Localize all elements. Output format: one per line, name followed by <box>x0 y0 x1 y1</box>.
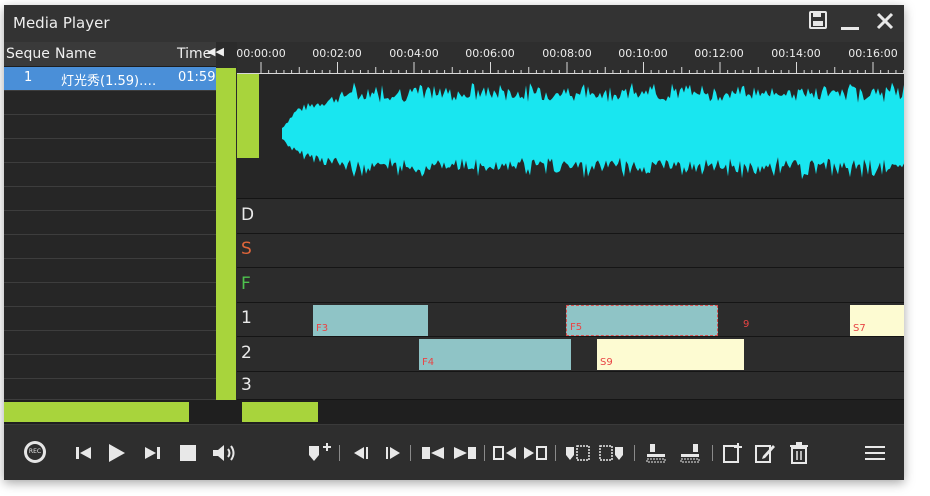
vertical-scrollbar[interactable] <box>216 68 236 400</box>
next-icon[interactable] <box>141 441 163 465</box>
control-bar: REC <box>4 424 904 480</box>
separator <box>410 445 411 461</box>
playlist-empty-row <box>4 355 216 379</box>
clip-f5[interactable]: F5 <box>566 305 718 336</box>
track-3[interactable]: 3 <box>237 372 904 400</box>
volume-icon[interactable] <box>211 441 239 465</box>
clip-f4[interactable]: F4 <box>419 339 571 370</box>
track-s[interactable]: S <box>237 234 904 268</box>
playlist-row[interactable]: 1 灯光秀(1.59).… 01:59 <box>4 67 216 91</box>
clip-label: F5 <box>570 322 583 333</box>
minimize-button[interactable] <box>841 9 859 35</box>
separator <box>339 445 340 461</box>
previous-icon[interactable] <box>73 441 95 465</box>
jump-start-icon[interactable] <box>420 441 446 465</box>
row-name: 灯光秀(1.59).… <box>61 74 157 89</box>
clip-f3[interactable]: F3 <box>313 305 428 336</box>
track-2[interactable]: 2 F4 S9 <box>237 337 904 372</box>
export-clip-icon[interactable] <box>598 441 626 465</box>
record-label: REC <box>27 444 43 460</box>
column-seq[interactable]: Seque <box>6 46 50 62</box>
clip-label-9[interactable]: 9 <box>740 319 749 330</box>
row-time: 01:59 <box>178 70 216 85</box>
column-name[interactable]: Name <box>55 46 96 62</box>
horizontal-scrollbars <box>4 400 904 424</box>
track-label-2: 2 <box>241 343 252 363</box>
collapse-icon[interactable]: ◀◀ <box>207 45 224 58</box>
playlist-empty-row <box>4 91 216 115</box>
clip-label: F3 <box>316 323 329 334</box>
playlist-empty-row <box>4 139 216 163</box>
save-icon[interactable] <box>809 11 827 33</box>
audio-waveform <box>282 82 904 180</box>
playlist-empty-row <box>4 307 216 331</box>
title-bar: Media Player <box>4 5 904 42</box>
menu-icon[interactable] <box>864 441 886 465</box>
ruler-ticks <box>237 62 904 74</box>
step-forward-icon[interactable] <box>382 441 404 465</box>
playlist-panel: Seque Name Time ◀◀ 1 灯光秀(1.59).… 01:59 <box>4 42 224 400</box>
playlist-header: Seque Name Time ◀◀ <box>4 42 224 67</box>
track-label-d: D <box>241 205 255 225</box>
track-label-3: 3 <box>241 375 252 395</box>
clip-s9[interactable]: S9 <box>597 339 744 370</box>
track-1[interactable]: 1 F3 F5 9 S7 <box>237 303 904 337</box>
playlist-empty-row <box>4 283 216 307</box>
time-ruler[interactable]: 00:00:00 00:02:00 00:04:00 00:06:00 00:0… <box>236 42 904 74</box>
stop-icon[interactable] <box>177 441 199 465</box>
delete-icon[interactable] <box>788 441 810 465</box>
mark-out-icon[interactable] <box>522 441 548 465</box>
jump-end-icon[interactable] <box>452 441 478 465</box>
track-label-1: 1 <box>241 308 252 328</box>
track-d[interactable]: D <box>237 199 904 234</box>
separator <box>484 445 485 461</box>
row-seq: 1 <box>24 70 33 85</box>
timeline-scroll-thumb[interactable] <box>242 402 318 422</box>
window-title: Media Player <box>13 14 110 32</box>
playlist-empty-row <box>4 331 216 355</box>
track-label-f: F <box>241 274 251 294</box>
insert-clip-icon[interactable] <box>564 441 592 465</box>
new-item-icon[interactable] <box>722 441 744 465</box>
step-back-icon[interactable] <box>350 441 372 465</box>
add-marker-icon[interactable] <box>306 441 332 465</box>
clip-label: S7 <box>853 323 866 334</box>
playlist-empty-row <box>4 163 216 187</box>
clip-label: F4 <box>422 357 435 368</box>
playlist-empty-row <box>4 259 216 283</box>
media-player-window: Media Player Seque Name Time ◀◀ 1 灯光秀(1.… <box>4 5 904 480</box>
playhead-block[interactable] <box>237 74 259 158</box>
mark-in-icon[interactable] <box>492 441 518 465</box>
edit-icon[interactable] <box>754 441 776 465</box>
waveform-track[interactable] <box>237 74 904 199</box>
align-left-icon[interactable] <box>644 441 670 465</box>
playlist-empty-row <box>4 115 216 139</box>
clip-label: S9 <box>600 357 613 368</box>
separator <box>712 445 713 461</box>
separator <box>555 445 556 461</box>
clip-s7[interactable]: S7 <box>850 305 904 336</box>
playlist-empty-row <box>4 379 216 400</box>
track-f[interactable]: F <box>237 268 904 303</box>
timeline-panel: 00:00:00 00:02:00 00:04:00 00:06:00 00:0… <box>236 42 904 400</box>
playlist-scroll-thumb[interactable] <box>4 402 189 422</box>
align-right-icon[interactable] <box>678 441 704 465</box>
close-button[interactable] <box>875 11 895 35</box>
separator <box>634 445 635 461</box>
playlist-empty-row <box>4 235 216 259</box>
playlist-empty-row <box>4 187 216 211</box>
waveform-shape <box>282 82 904 180</box>
playlist-empty-row <box>4 211 216 235</box>
record-button[interactable]: REC <box>24 441 46 463</box>
play-icon[interactable] <box>105 441 127 465</box>
track-label-s: S <box>241 239 252 259</box>
